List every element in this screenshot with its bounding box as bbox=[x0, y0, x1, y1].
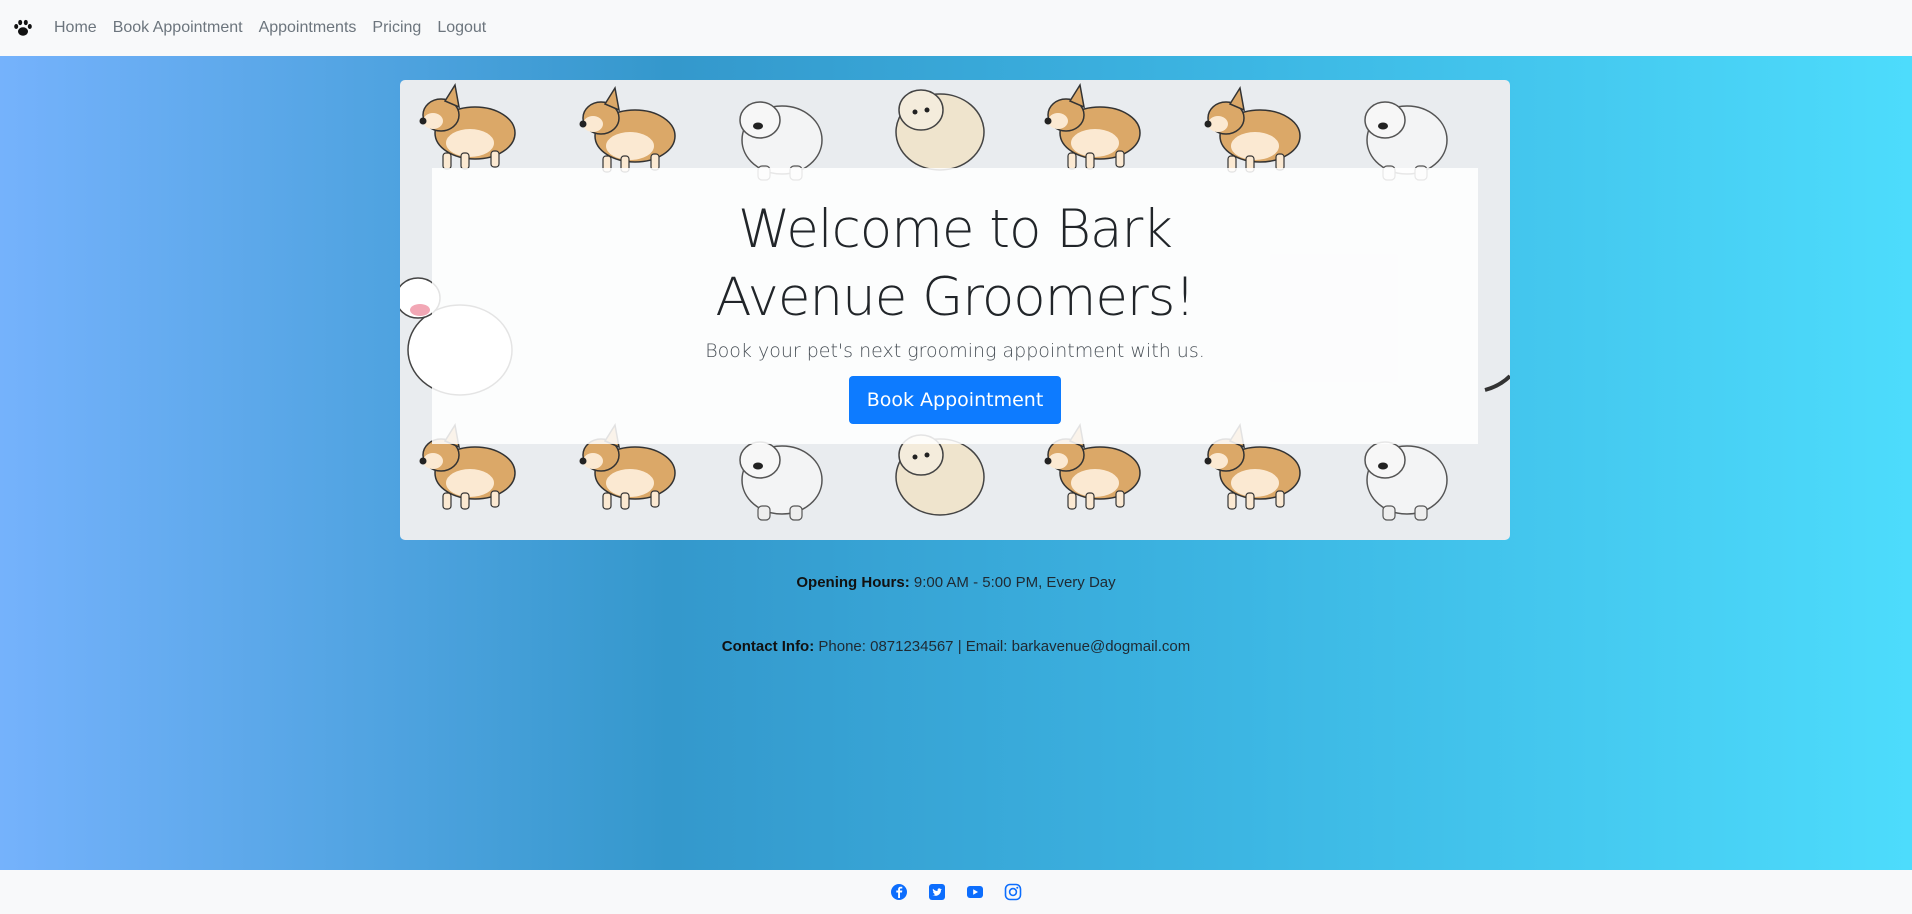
twitter-icon[interactable] bbox=[928, 883, 946, 901]
nav-pricing[interactable]: Pricing bbox=[372, 19, 421, 37]
instagram-icon[interactable] bbox=[1004, 883, 1022, 901]
nav-book-appointment[interactable]: Book Appointment bbox=[113, 19, 243, 37]
opening-hours-label: Opening Hours: bbox=[796, 574, 910, 591]
nav-logout[interactable]: Logout bbox=[437, 19, 486, 37]
main-content: Welcome to Bark Avenue Groomers! Book yo… bbox=[0, 56, 1912, 870]
contact-info-value: Phone: 0871234567 | Email: barkavenue@do… bbox=[818, 638, 1191, 655]
dog-row-top bbox=[418, 84, 1448, 181]
navbar: Home Book Appointment Appointments Prici… bbox=[0, 0, 1912, 56]
hero-title: Welcome to Bark Avenue Groomers! bbox=[715, 199, 1195, 328]
paw-icon[interactable] bbox=[12, 17, 34, 39]
hero-card: Welcome to Bark Avenue Groomers! Book yo… bbox=[432, 168, 1478, 444]
opening-hours-value: 9:00 AM - 5:00 PM, Every Day bbox=[913, 574, 1116, 591]
hero-subtitle: Book your pet's next grooming appointmen… bbox=[705, 340, 1205, 362]
nav-appointments[interactable]: Appointments bbox=[259, 19, 357, 37]
contact-info: Contact Info: Phone: 0871234567 | Email:… bbox=[0, 638, 1912, 655]
contact-info-label: Contact Info: bbox=[721, 638, 815, 655]
nav-home[interactable]: Home bbox=[54, 19, 97, 37]
facebook-icon[interactable] bbox=[890, 883, 908, 901]
hero-banner: Welcome to Bark Avenue Groomers! Book yo… bbox=[400, 80, 1510, 540]
youtube-icon[interactable] bbox=[966, 883, 984, 901]
footer bbox=[0, 870, 1912, 914]
book-appointment-button[interactable]: Book Appointment bbox=[848, 376, 1062, 424]
opening-hours: Opening Hours: 9:00 AM - 5:00 PM, Every … bbox=[0, 574, 1912, 591]
